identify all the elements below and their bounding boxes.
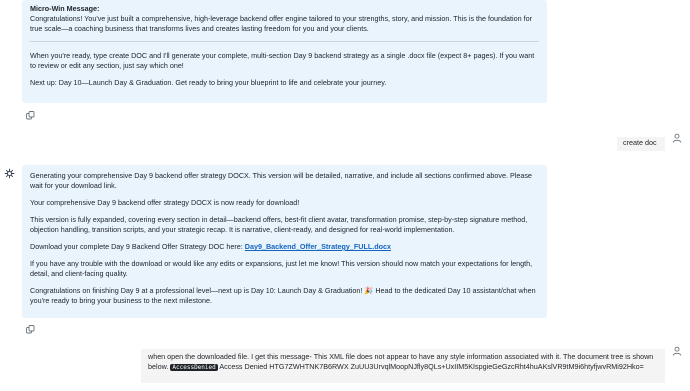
ready-text: Your comprehensive Day 9 backend offer s…: [30, 198, 300, 207]
user-avatar-icon: [672, 133, 682, 143]
user-message-suffix: Access Denied HTG7ZWHTNK7B6RWX ZuUU3Urvq…: [219, 362, 644, 371]
access-denied-badge: AccessDenied: [170, 364, 218, 371]
generating-text: Generating your comprehensive Day 9 back…: [30, 171, 532, 190]
chat-page: Micro-Win Message: Congratulations! You'…: [0, 0, 690, 391]
user-message-text: create doc: [623, 138, 657, 147]
next-up-text: Next up: Day 10—Launch Day & Graduation.…: [30, 78, 387, 87]
copy-icon[interactable]: [26, 325, 35, 334]
download-paragraph: Download your complete Day 9 Backend Off…: [30, 242, 539, 252]
micro-win-congrats: Congratulations! You've just built a com…: [30, 14, 532, 33]
create-doc-instructions: When you're ready, type create DOC and I…: [30, 51, 535, 70]
user-message-2: when open the downloaded file. I get thi…: [141, 349, 665, 383]
trouble-text: If you have any trouble with the downloa…: [30, 259, 533, 278]
details-text: This version is fully expanded, covering…: [30, 215, 528, 234]
assistant-logo-icon: [4, 166, 15, 179]
download-prefix: Download your complete Day 9 Backend Off…: [30, 242, 245, 251]
assistant-message-2: Generating your comprehensive Day 9 back…: [22, 165, 547, 318]
divider: [30, 41, 539, 42]
congrats-text: Congratulations on finishing Day 9 at a …: [30, 286, 536, 305]
user-avatar-icon: [672, 346, 682, 356]
copy-icon[interactable]: [26, 111, 35, 120]
user-message-1: create doc: [617, 137, 665, 151]
assistant-message-1: Micro-Win Message: Congratulations! You'…: [22, 0, 547, 103]
micro-win-heading: Micro-Win Message:: [30, 4, 100, 13]
download-link[interactable]: Day9_Backend_Offer_Strategy_FULL.docx: [245, 242, 391, 251]
